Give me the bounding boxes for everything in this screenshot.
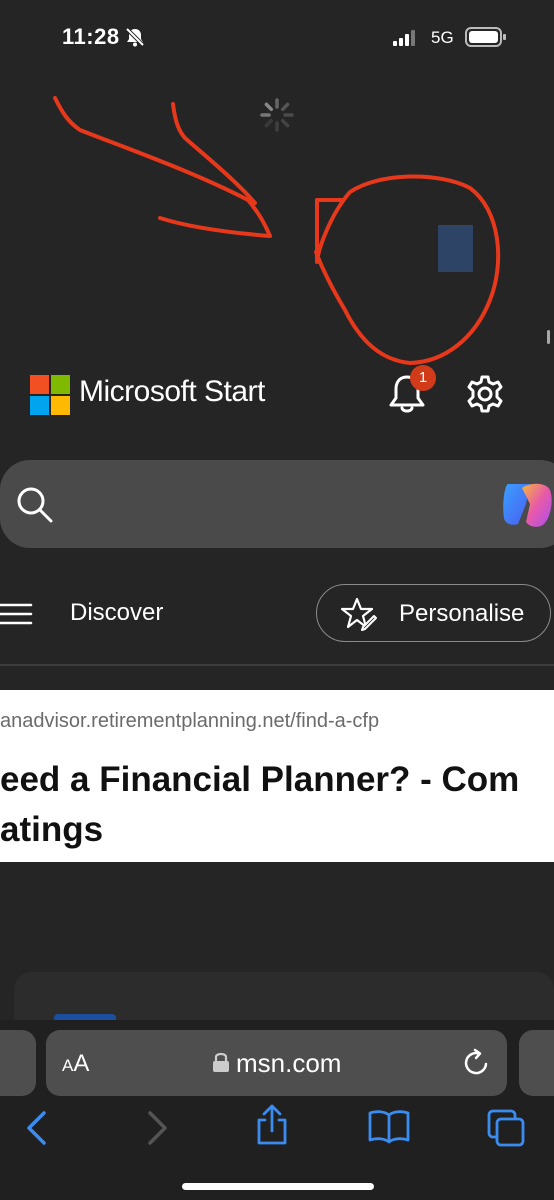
notification-badge: 1 xyxy=(410,365,436,391)
url-domain[interactable]: msn.com xyxy=(236,1048,341,1079)
personalise-button[interactable]: Personalise xyxy=(316,584,551,642)
divider xyxy=(0,664,554,666)
hamburger-icon[interactable] xyxy=(0,602,34,626)
brand-title[interactable]: Microsoft Start xyxy=(79,375,265,409)
network-type: 5G xyxy=(431,28,454,47)
search-icon[interactable] xyxy=(16,486,54,524)
signal-icon xyxy=(393,30,423,46)
discover-link[interactable]: Discover xyxy=(70,599,163,627)
copilot-icon[interactable] xyxy=(500,478,554,530)
microsoft-logo-icon[interactable] xyxy=(30,375,70,415)
battery-icon xyxy=(465,27,506,47)
address-bar[interactable]: AA msn.com xyxy=(46,1030,507,1096)
tabs-icon[interactable] xyxy=(486,1108,526,1148)
scroll-indicator xyxy=(547,330,550,344)
placeholder-block xyxy=(438,225,473,272)
ad-url: anadvisor.retirementplanning.net/find-a-… xyxy=(0,710,380,732)
star-pen-icon xyxy=(341,597,377,631)
search-bar[interactable] xyxy=(0,460,554,548)
ad-title-line1[interactable]: eed a Financial Planner? - Com xyxy=(0,760,519,800)
reader-settings-small-a: A xyxy=(62,1056,74,1075)
previous-tab-preview[interactable] xyxy=(0,1030,36,1096)
ad-card[interactable]: anadvisor.retirementplanning.net/find-a-… xyxy=(0,690,554,862)
share-icon[interactable] xyxy=(254,1104,290,1146)
home-indicator[interactable] xyxy=(182,1183,374,1190)
lock-icon xyxy=(213,1052,229,1072)
ad-title-line2[interactable]: atings xyxy=(0,810,103,850)
bookmarks-icon[interactable] xyxy=(368,1108,410,1144)
reader-settings-button[interactable]: AA xyxy=(62,1050,89,1078)
next-tab-preview[interactable] xyxy=(519,1030,554,1096)
forward-icon[interactable] xyxy=(144,1110,170,1146)
reload-icon[interactable] xyxy=(462,1048,492,1078)
reader-settings-large-a: A xyxy=(73,1050,90,1077)
personalise-label: Personalise xyxy=(399,600,525,627)
bell-slash-icon xyxy=(125,27,145,47)
status-time: 11:28 xyxy=(62,24,120,49)
back-icon[interactable] xyxy=(24,1110,50,1146)
gear-icon[interactable] xyxy=(465,374,505,414)
